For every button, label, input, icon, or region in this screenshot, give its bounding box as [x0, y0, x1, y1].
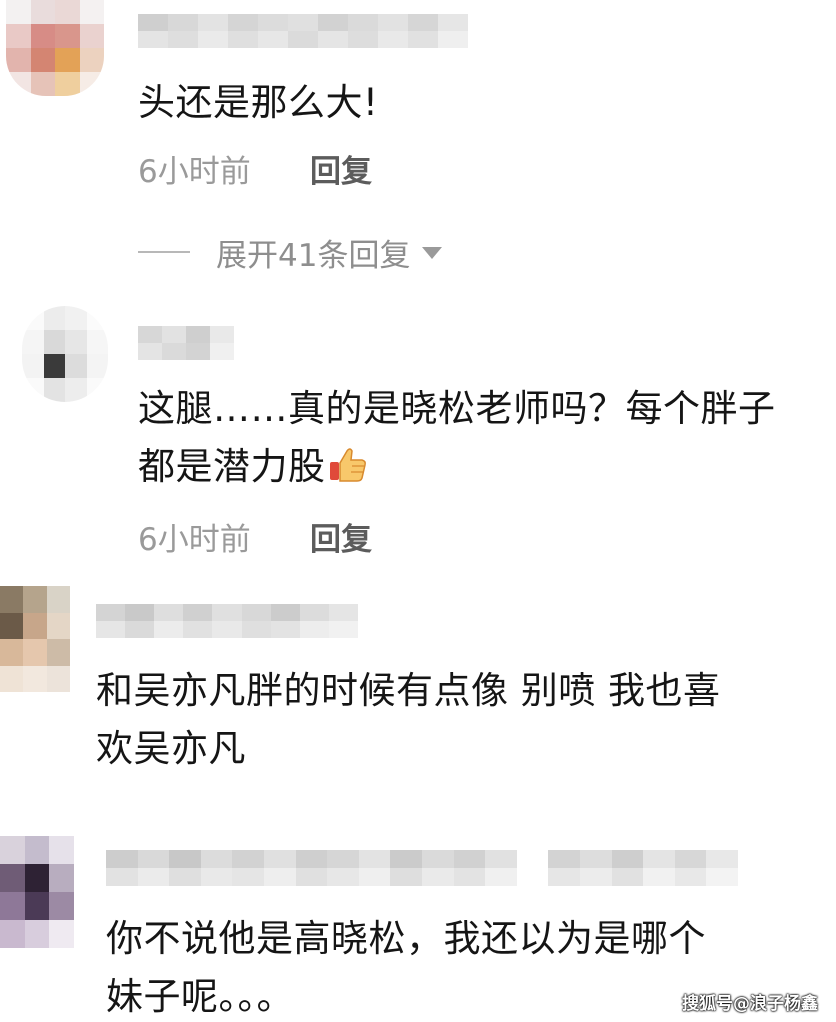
avatar[interactable]: [22, 306, 108, 402]
comment-line: 你不说他是高晓松，我还以为是哪个: [106, 917, 706, 960]
comment-time: 6小时前: [138, 522, 251, 558]
comment-line: 这腿……真的是晓松老师吗？每个胖子: [138, 387, 776, 430]
divider-line: [138, 251, 190, 253]
comment-text: 头还是那么大!: [138, 74, 378, 132]
username[interactable]: [138, 14, 468, 48]
comment-line: 妹子呢。。。: [106, 975, 294, 1018]
comment-line: 头还是那么大!: [138, 81, 379, 124]
avatar[interactable]: [0, 586, 70, 692]
reply-button[interactable]: 回复: [310, 152, 372, 192]
avatar[interactable]: [6, 0, 104, 96]
comment-text: 你不说他是高晓松，我还以为是哪个 妹子呢。。。: [106, 910, 706, 1022]
comment-text: 和吴亦凡胖的时候有点像 别喷 我也喜 欢吴亦凡: [96, 662, 721, 778]
comment-time: 6小时前: [138, 154, 251, 190]
caret-down-icon: [422, 247, 443, 259]
reply-button[interactable]: 回复: [310, 520, 372, 560]
username[interactable]: [138, 326, 234, 360]
comment-line: 欢吴亦凡: [96, 727, 246, 770]
username[interactable]: [106, 850, 738, 886]
avatar[interactable]: [0, 836, 74, 948]
thumbs-up-icon: [329, 448, 366, 482]
watermark: 搜狐号@浪子杨鑫: [682, 994, 818, 1014]
username[interactable]: [96, 604, 358, 638]
comment-line-text: 都是潜力股: [138, 445, 326, 488]
comment-line: 和吴亦凡胖的时候有点像 别喷 我也喜: [96, 669, 721, 712]
expand-replies-button[interactable]: 展开41条回复: [138, 232, 443, 274]
expand-replies-label: 展开41条回复: [216, 237, 411, 274]
comment-text: 这腿……真的是晓松老师吗？每个胖子 都是潜力股: [138, 380, 776, 496]
comment-line: 都是潜力股: [138, 438, 776, 496]
